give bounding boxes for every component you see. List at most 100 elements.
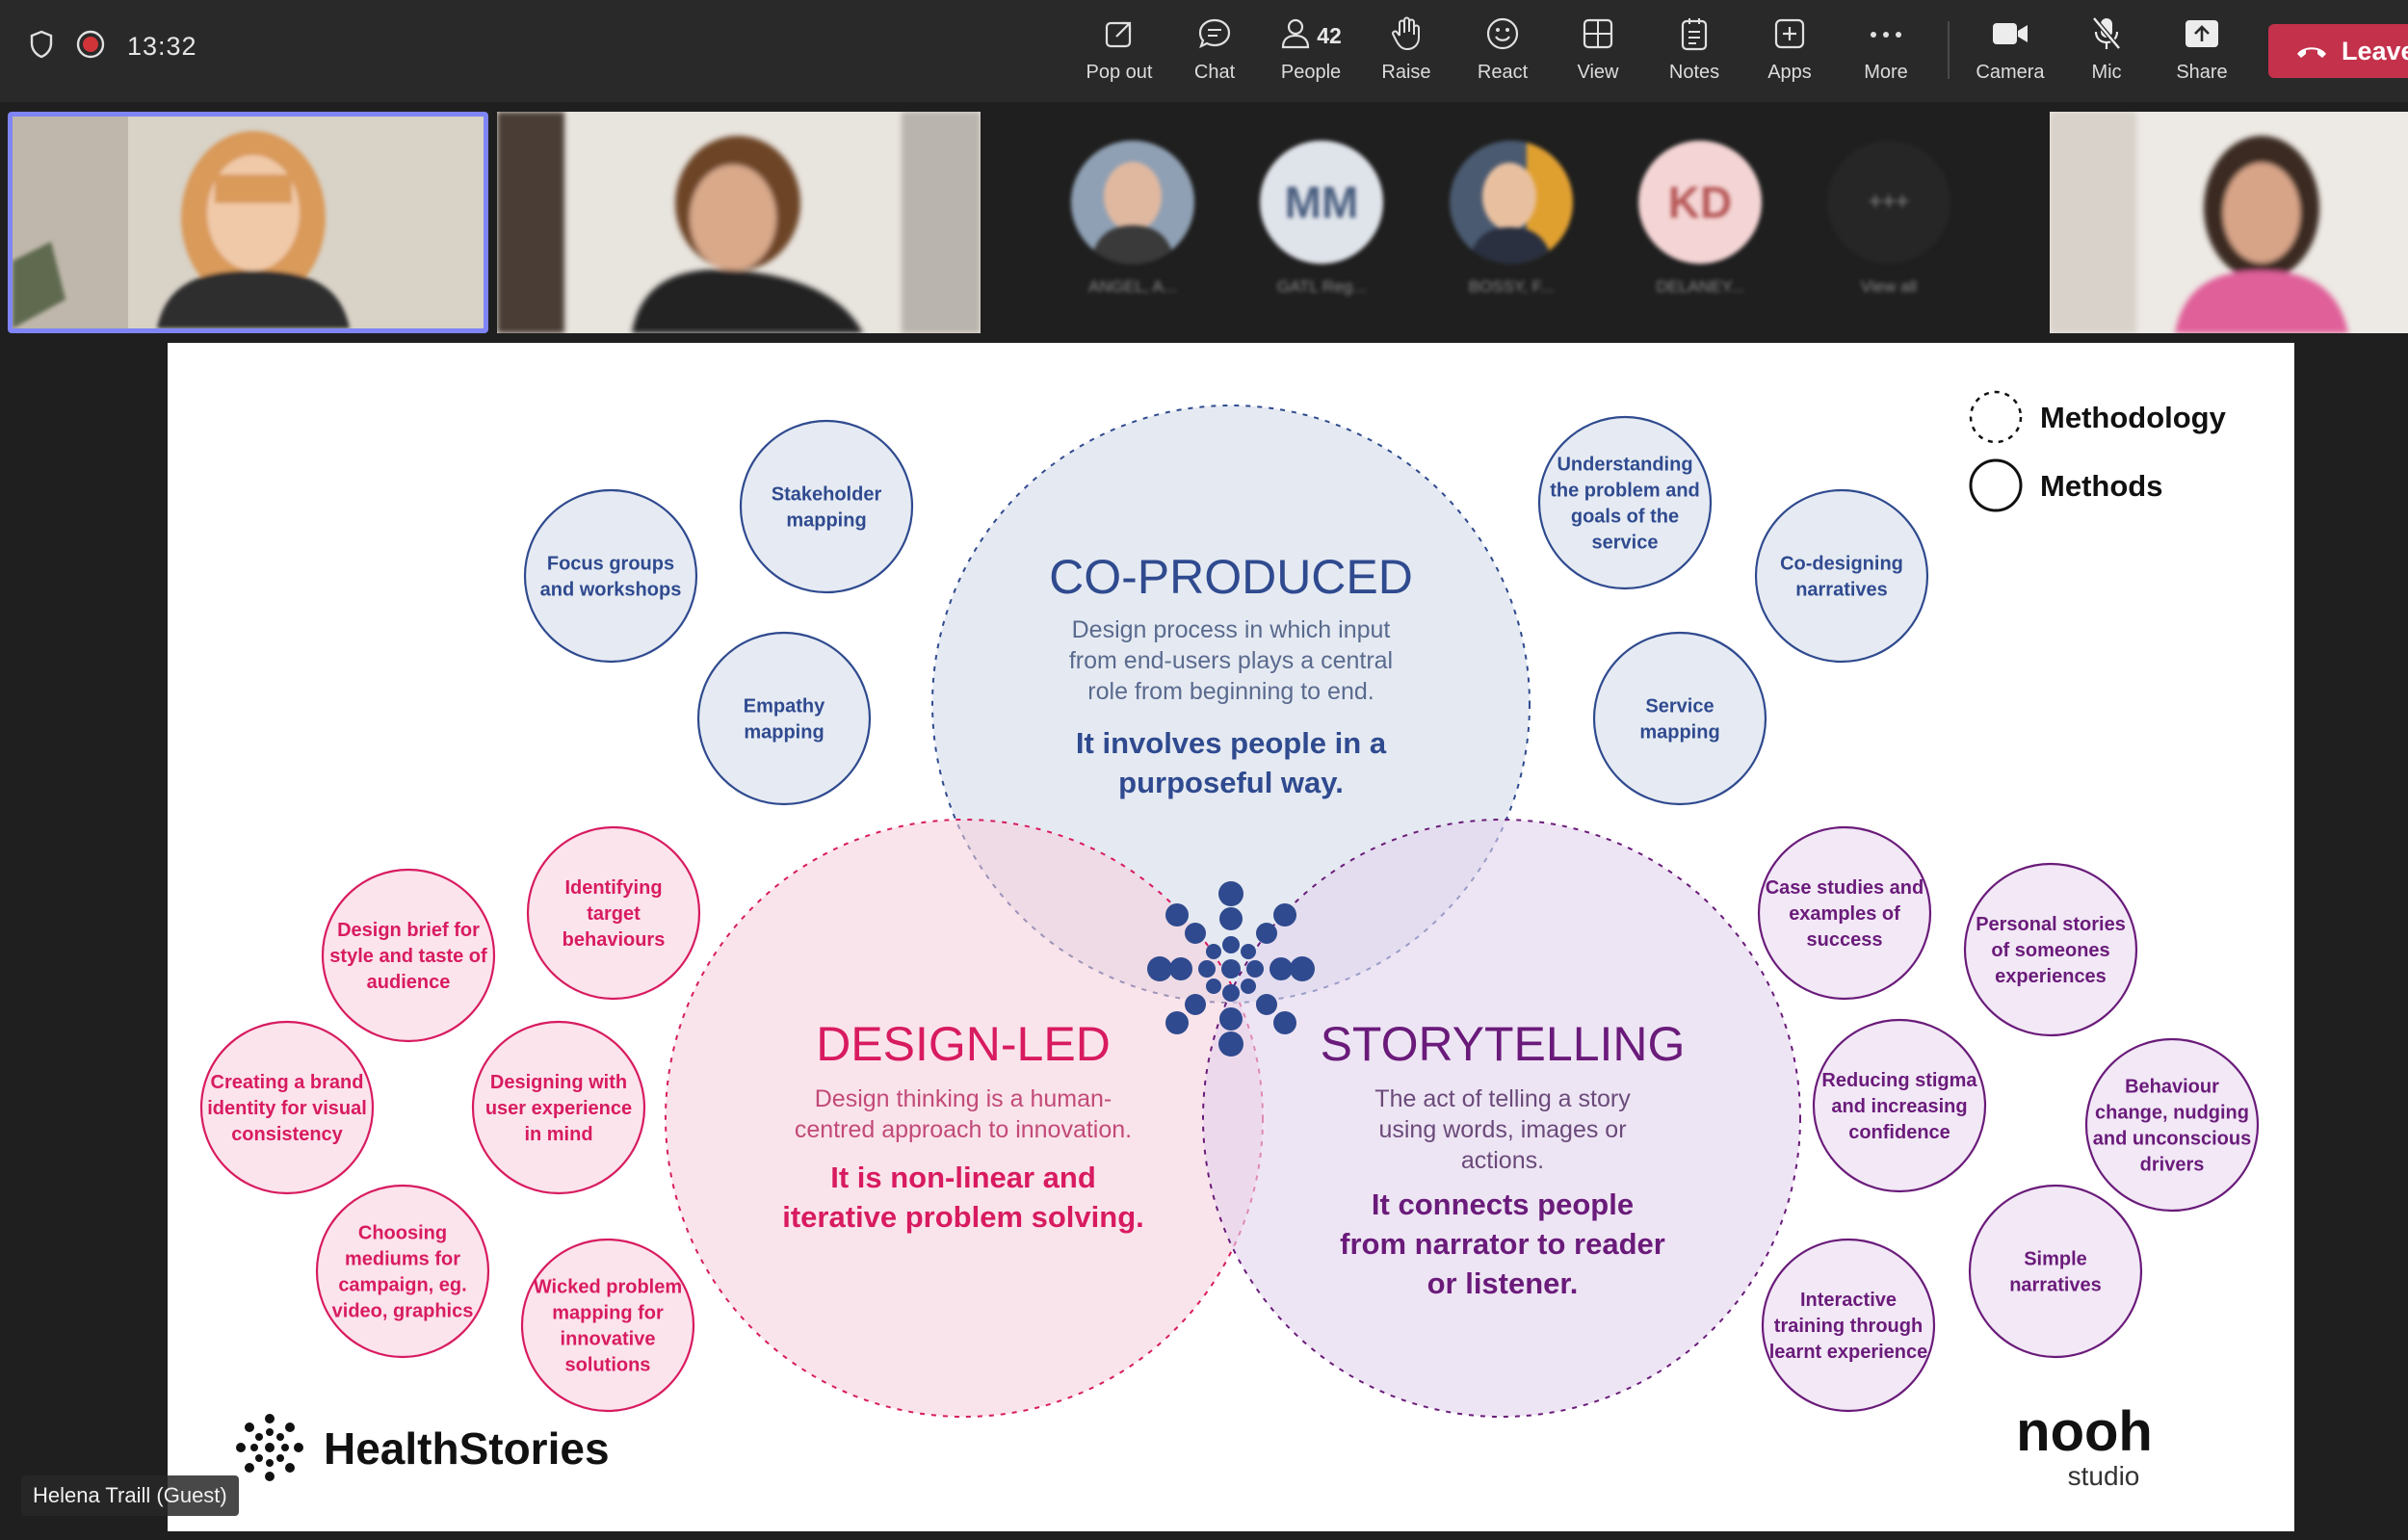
view-all-avatar[interactable]: +++ bbox=[1827, 141, 1950, 264]
method-label: narratives bbox=[2009, 1275, 2102, 1296]
nooh-wordmark: nooh bbox=[2016, 1400, 2153, 1463]
design-led-description: centred approach to innovation. bbox=[795, 1116, 1132, 1143]
method-label: training through bbox=[1774, 1316, 1923, 1337]
recording-icon bbox=[75, 29, 106, 65]
method-label: Focus groups bbox=[547, 554, 674, 575]
view-button[interactable]: View bbox=[1550, 13, 1646, 84]
co-produced-method-bubble: Stakeholder mapping bbox=[739, 419, 914, 594]
shared-slide: Methodology Methods CO-PRODUCED Design pr… bbox=[168, 343, 2294, 1531]
method-label: of someones bbox=[1991, 940, 2109, 961]
storytelling-method-bubble: Personal stories of someones experiences bbox=[1963, 862, 2138, 1037]
avatar-1[interactable] bbox=[1071, 141, 1194, 264]
popout-label: Pop out bbox=[1086, 62, 1153, 83]
center-flower-icon bbox=[1147, 881, 1315, 1057]
design-led-method-bubble: Designing with user experience in mind bbox=[471, 1020, 646, 1195]
method-label: user experience bbox=[485, 1098, 632, 1119]
chat-icon bbox=[1197, 17, 1232, 55]
avatar-2[interactable]: MM bbox=[1260, 141, 1383, 264]
more-label: More bbox=[1864, 62, 1908, 83]
apps-button[interactable]: Apps bbox=[1741, 13, 1838, 84]
legend-methodology-label: Methodology bbox=[2040, 401, 2227, 434]
mic-button[interactable]: Mic bbox=[2058, 13, 2155, 84]
legend-methods-label: Methods bbox=[2040, 469, 2162, 503]
method-label: Design brief for bbox=[337, 920, 480, 941]
view-label: View bbox=[1577, 62, 1619, 83]
method-label: the problem and bbox=[1550, 481, 1700, 502]
method-label: solutions bbox=[565, 1355, 651, 1376]
storytelling-title: STORYTELLING bbox=[1321, 1017, 1686, 1071]
more-button[interactable]: More bbox=[1838, 13, 1934, 84]
camera-icon bbox=[1991, 19, 2029, 53]
people-button[interactable]: 42 People bbox=[1263, 13, 1359, 84]
phone-hangup-icon bbox=[2295, 37, 2328, 66]
method-label: confidence bbox=[1848, 1122, 1950, 1143]
camera-button[interactable]: Camera bbox=[1962, 13, 2058, 84]
design-led-summary: iterative problem solving. bbox=[782, 1200, 1144, 1234]
method-label: and workshops bbox=[540, 580, 682, 601]
camera-label: Camera bbox=[1976, 62, 2045, 83]
storytelling-summary: or listener. bbox=[1427, 1266, 1579, 1300]
avatar-strip: ANGEL, A... MM GATL Reg... BOSSY, F... K… bbox=[984, 112, 2044, 333]
method-label: drivers bbox=[2140, 1155, 2205, 1176]
more-icon bbox=[1869, 27, 1903, 44]
method-label: behaviours bbox=[563, 929, 666, 951]
method-label: mapping for bbox=[552, 1303, 664, 1324]
add-app-icon bbox=[1773, 17, 1806, 55]
storytelling-description: The act of telling a story bbox=[1374, 1085, 1631, 1112]
nooh-studio-logo: nooh studio bbox=[2016, 1400, 2153, 1491]
method-label: in mind bbox=[524, 1124, 592, 1145]
storytelling-description: using words, images or bbox=[1378, 1116, 1626, 1143]
view-all-label: View all bbox=[1860, 277, 1918, 296]
leave-label: Leave bbox=[2342, 36, 2408, 65]
design-led-summary: It is non-linear and bbox=[830, 1161, 1096, 1194]
co-produced-method-bubble: Focus groups and workshops bbox=[523, 488, 698, 664]
avatar-3[interactable] bbox=[1450, 141, 1573, 264]
avatar-4[interactable]: KD bbox=[1638, 141, 1762, 264]
design-led-method-bubble: Design brief for style and taste of audien… bbox=[321, 868, 496, 1043]
storytelling-summary: from narrator to reader bbox=[1340, 1227, 1665, 1261]
popout-button[interactable]: Pop out bbox=[1071, 13, 1167, 84]
meeting-toolbar: 13:32 Pop out Chat 42 People Raise React… bbox=[0, 0, 2408, 102]
method-label: change, nudging bbox=[2095, 1103, 2249, 1124]
healthstories-wordmark: HealthStories bbox=[324, 1423, 610, 1474]
method-label: Identifying bbox=[564, 877, 662, 899]
notes-button[interactable]: Notes bbox=[1646, 13, 1742, 84]
meeting-status: 13:32 bbox=[29, 29, 197, 65]
react-button[interactable]: React bbox=[1454, 13, 1551, 84]
method-circle bbox=[315, 1184, 490, 1359]
method-label: mapping bbox=[744, 722, 824, 744]
share-button[interactable]: Share bbox=[2154, 13, 2250, 84]
leave-button[interactable]: Leave bbox=[2268, 24, 2408, 78]
participant-gallery: ANGEL, A... MM GATL Reg... BOSSY, F... K… bbox=[0, 106, 2408, 339]
method-label: goals of the bbox=[1571, 507, 1679, 528]
storytelling-method-bubble: Case studies and examples of success bbox=[1757, 825, 1932, 1001]
method-circle bbox=[2084, 1037, 2260, 1213]
method-label: Choosing bbox=[358, 1223, 447, 1244]
method-circle bbox=[523, 488, 698, 664]
popout-icon bbox=[1103, 17, 1136, 55]
co-produced-method-bubble: Empathy mapping bbox=[696, 631, 872, 806]
raise-hand-button[interactable]: Raise bbox=[1358, 13, 1454, 84]
method-circle bbox=[1754, 488, 1929, 664]
storytelling-method-bubble: Behaviour change, nudging and unconscious d… bbox=[2084, 1037, 2260, 1213]
venn-diagram: Methodology Methods CO-PRODUCED Design pr… bbox=[199, 390, 2260, 1491]
participant-video-2[interactable] bbox=[497, 112, 981, 333]
smiley-icon bbox=[1485, 16, 1520, 56]
method-label: Interactive bbox=[1800, 1290, 1897, 1311]
chat-button[interactable]: Chat bbox=[1166, 13, 1263, 84]
active-speaker-video[interactable] bbox=[8, 112, 488, 333]
design-led-method-bubble: Wicked problem mapping for innovative solut… bbox=[520, 1238, 695, 1413]
participant-video-3[interactable] bbox=[2050, 112, 2408, 333]
method-label: and increasing bbox=[1831, 1096, 1967, 1117]
grid-view-icon bbox=[1582, 17, 1614, 55]
mic-muted-icon bbox=[2090, 15, 2123, 57]
method-label: mapping bbox=[1639, 722, 1719, 744]
design-led-title: DESIGN-LED bbox=[816, 1017, 1111, 1071]
method-label: mediums for bbox=[345, 1249, 460, 1270]
method-label: campaign, eg. bbox=[338, 1275, 466, 1296]
meeting-timer: 13:32 bbox=[127, 32, 197, 61]
mic-label: Mic bbox=[2091, 62, 2122, 83]
co-produced-method-bubble: Understanding the problem and goals of the… bbox=[1537, 415, 1713, 590]
healthstories-logo: HealthStories bbox=[236, 1414, 610, 1481]
method-label: Understanding bbox=[1557, 455, 1692, 476]
